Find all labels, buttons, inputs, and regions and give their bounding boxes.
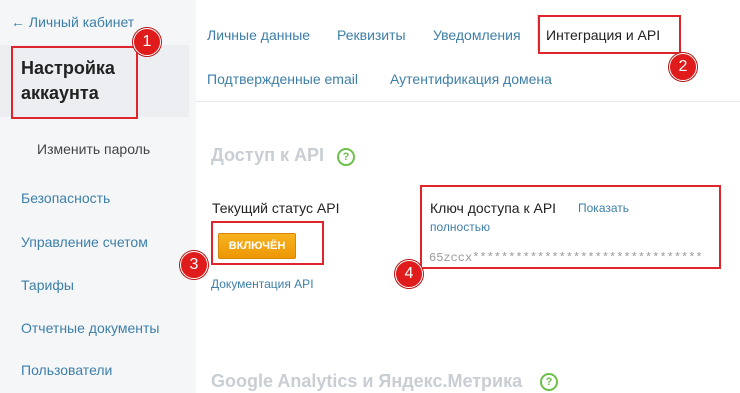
highlight-box-api-status — [211, 221, 324, 265]
tabs-divider — [196, 101, 740, 102]
sidebar-item-reports[interactable]: Отчетные документы — [21, 320, 160, 336]
annotation-badge-3: 3 — [180, 251, 208, 279]
tab-domain-auth[interactable]: Аутентификация домена — [390, 71, 552, 87]
sidebar-item-users[interactable]: Пользователи — [21, 362, 112, 378]
sidebar-item-change-password[interactable]: Изменить пароль — [37, 141, 150, 157]
highlight-box-api-key — [420, 185, 721, 269]
api-status-label: Текущий статус API — [212, 200, 340, 216]
highlight-box-account-settings — [11, 46, 138, 119]
annotation-badge-1: 1 — [133, 28, 161, 56]
tab-notifications[interactable]: Уведомления — [433, 27, 521, 43]
tab-personal-data[interactable]: Личные данные — [207, 27, 310, 43]
highlight-box-integration-tab — [538, 15, 681, 54]
sidebar-item-security[interactable]: Безопасность — [21, 190, 110, 206]
sidebar-item-tariffs[interactable]: Тарифы — [21, 277, 74, 293]
analytics-section-title: Google Analytics и Яндекс.Метрика — [211, 371, 523, 391]
help-icon[interactable]: ? — [540, 373, 558, 391]
sidebar-item-billing[interactable]: Управление счетом — [21, 234, 148, 250]
annotation-badge-2: 2 — [669, 53, 697, 81]
help-icon[interactable]: ? — [337, 148, 355, 166]
back-to-cabinet-link[interactable]: ← Личный кабинет — [11, 14, 134, 30]
tab-requisites[interactable]: Реквизиты — [337, 27, 406, 43]
tab-confirmed-email[interactable]: Подтвержденные email — [207, 71, 358, 87]
api-section-title: Доступ к API — [211, 145, 324, 165]
annotation-badge-4: 4 — [395, 260, 423, 288]
api-docs-link[interactable]: Документация API — [211, 277, 314, 291]
